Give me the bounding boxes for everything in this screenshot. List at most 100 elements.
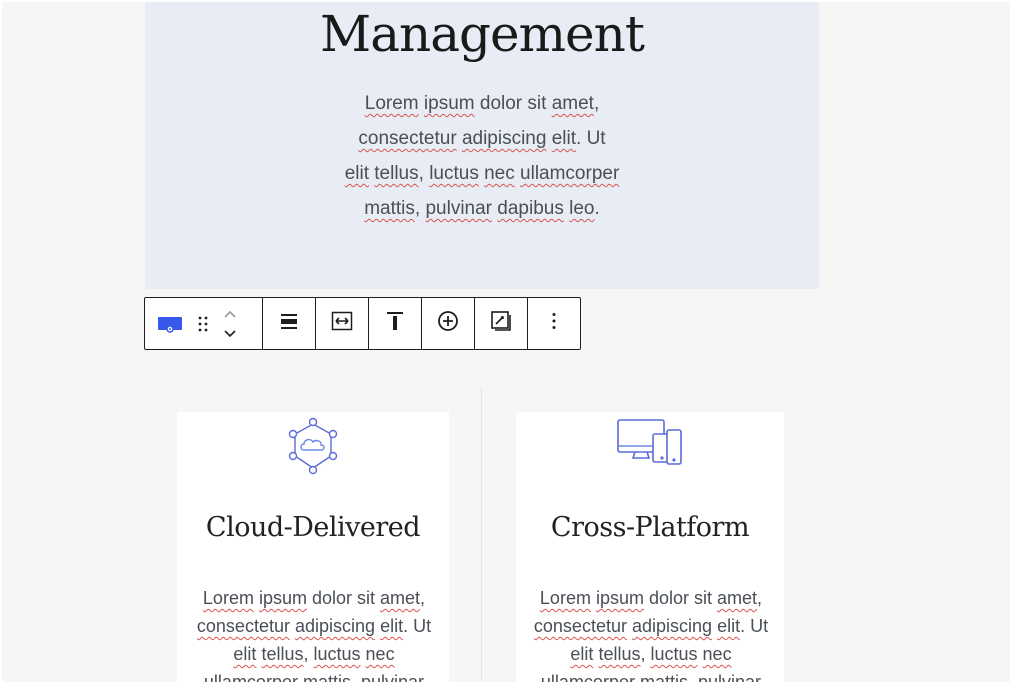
misspelled-word: luctus bbox=[650, 644, 698, 664]
hero-heading[interactable]: Management bbox=[145, 4, 819, 64]
misspelled-word: elit bbox=[570, 644, 594, 664]
text-run: , bbox=[757, 588, 763, 608]
misspelled-word: mattis bbox=[302, 672, 351, 682]
text-run: , bbox=[303, 644, 314, 664]
block-toolbar-group-more bbox=[528, 298, 580, 349]
full-width-icon bbox=[331, 310, 353, 337]
edit-frame-icon bbox=[490, 310, 512, 337]
misspelled-word: mattis bbox=[639, 672, 688, 682]
misspelled-word: elit bbox=[717, 616, 741, 636]
misspelled-word: tellus bbox=[374, 163, 419, 184]
misspelled-word: leo bbox=[569, 198, 595, 219]
feature-card[interactable]: Cloud-Delivered Lorem ipsum dolor sit am… bbox=[177, 412, 449, 682]
misspelled-word: ipsum bbox=[258, 588, 307, 608]
drag-handle-icon[interactable] bbox=[191, 316, 215, 332]
misspelled-word: consectetur bbox=[358, 128, 457, 149]
misspelled-word: Lorem bbox=[539, 588, 591, 608]
misspelled-word: adipiscing bbox=[294, 616, 376, 636]
misspelled-word: adipiscing bbox=[631, 616, 713, 636]
misspelled-word: ullamcorper bbox=[203, 672, 298, 682]
vertical-align-button[interactable] bbox=[369, 298, 421, 349]
text-line: elit tellus, luctus nec bbox=[182, 640, 446, 668]
card-title[interactable]: Cross-Platform bbox=[516, 512, 784, 543]
plus-circle-icon bbox=[437, 310, 459, 337]
text-run: , bbox=[593, 93, 600, 114]
text-run: , bbox=[418, 163, 430, 184]
misspelled-word: elit bbox=[344, 163, 369, 184]
add-button[interactable] bbox=[422, 298, 474, 349]
misspelled-word: ullamcorper bbox=[540, 672, 635, 682]
text-run: . bbox=[594, 198, 600, 219]
text-run: , bbox=[640, 644, 651, 664]
block-toolbar-group-add bbox=[422, 298, 475, 349]
align-wide-icon bbox=[279, 311, 299, 336]
block-toolbar-group-align bbox=[263, 298, 316, 349]
misspelled-word: tellus bbox=[261, 644, 304, 664]
misspelled-word: consectetur bbox=[196, 616, 290, 636]
block-toolbar-group-replace bbox=[475, 298, 528, 349]
misspelled-word: elit bbox=[233, 644, 257, 664]
text-line: ullamcorper mattis, pulvinar bbox=[182, 668, 446, 682]
text-line: Lorem ipsum dolor sit amet, bbox=[182, 584, 446, 612]
misspelled-word: amet bbox=[551, 93, 594, 114]
misspelled-word: pulvinar bbox=[698, 672, 762, 682]
more-vertical-icon bbox=[551, 312, 557, 335]
misspelled-word: pulvinar bbox=[361, 672, 425, 682]
hero-paragraph[interactable]: Lorem ipsum dolor sit amet, consectetur a… bbox=[320, 86, 644, 226]
replace-button[interactable] bbox=[475, 298, 527, 349]
text-line: consectetur adipiscing elit. Ut bbox=[521, 612, 781, 640]
devices-icon bbox=[615, 416, 685, 471]
text-run: , bbox=[351, 672, 362, 682]
text-run: dolor sit bbox=[643, 588, 718, 608]
text-run: dolor sit bbox=[306, 588, 381, 608]
feature-card[interactable]: Cross-Platform Lorem ipsum dolor sit ame… bbox=[516, 412, 784, 682]
misspelled-word: luctus bbox=[313, 644, 361, 664]
text-line: consectetur adipiscing elit. Ut bbox=[320, 121, 644, 156]
card-paragraph[interactable]: Lorem ipsum dolor sit amet, consectetur a… bbox=[182, 584, 446, 682]
misspelled-word: amet bbox=[717, 588, 758, 608]
misspelled-word: mattis bbox=[364, 198, 415, 219]
align-button[interactable] bbox=[263, 298, 315, 349]
block-toolbar-group-width bbox=[316, 298, 369, 349]
block-toolbar-group-valign bbox=[369, 298, 422, 349]
text-run: . Ut bbox=[740, 616, 769, 636]
misspelled-word: nec bbox=[702, 644, 732, 664]
misspelled-word: adipiscing bbox=[461, 128, 547, 149]
text-run: . Ut bbox=[576, 128, 606, 149]
text-line: Lorem ipsum dolor sit amet, bbox=[521, 584, 781, 612]
chevron-up-down-icon[interactable] bbox=[215, 309, 245, 339]
editor-canvas: Management Lorem ipsum dolor sit amet, co… bbox=[2, 2, 1010, 682]
block-toolbar bbox=[144, 297, 581, 350]
text-line: Lorem ipsum dolor sit amet, bbox=[320, 86, 644, 121]
misspelled-word: nec bbox=[365, 644, 395, 664]
text-line: mattis, pulvinar dapibus leo. bbox=[320, 191, 644, 226]
card-title[interactable]: Cloud-Delivered bbox=[177, 512, 449, 543]
text-run: . Ut bbox=[403, 616, 432, 636]
column-divider bbox=[481, 387, 482, 682]
misspelled-word: consectetur bbox=[533, 616, 627, 636]
misspelled-word: pulvinar bbox=[425, 198, 493, 219]
text-line: consectetur adipiscing elit. Ut bbox=[182, 612, 446, 640]
cover-block-icon[interactable] bbox=[157, 313, 187, 335]
text-run: dolor sit bbox=[474, 93, 552, 114]
misspelled-word: tellus bbox=[598, 644, 641, 664]
block-toolbar-group-parent bbox=[145, 298, 263, 349]
misspelled-word: Lorem bbox=[202, 588, 254, 608]
cover-block[interactable]: Management Lorem ipsum dolor sit amet, co… bbox=[145, 2, 819, 289]
misspelled-word: ipsum bbox=[423, 93, 475, 114]
text-line: elit tellus, luctus nec ullamcorper bbox=[320, 156, 644, 191]
text-run: , bbox=[414, 198, 426, 219]
misspelled-word: elit bbox=[551, 128, 577, 149]
misspelled-word: ullamcorper bbox=[520, 163, 620, 184]
align-top-icon bbox=[385, 310, 405, 337]
cloud-network-icon bbox=[285, 416, 341, 483]
text-run: , bbox=[420, 588, 426, 608]
misspelled-word: elit bbox=[380, 616, 404, 636]
misspelled-word: nec bbox=[484, 163, 515, 184]
width-button[interactable] bbox=[316, 298, 368, 349]
misspelled-word: dapibus bbox=[497, 198, 564, 219]
misspelled-word: Lorem bbox=[364, 93, 419, 114]
more-options-button[interactable] bbox=[528, 298, 580, 349]
card-paragraph[interactable]: Lorem ipsum dolor sit amet, consectetur a… bbox=[521, 584, 781, 682]
text-run: , bbox=[688, 672, 699, 682]
